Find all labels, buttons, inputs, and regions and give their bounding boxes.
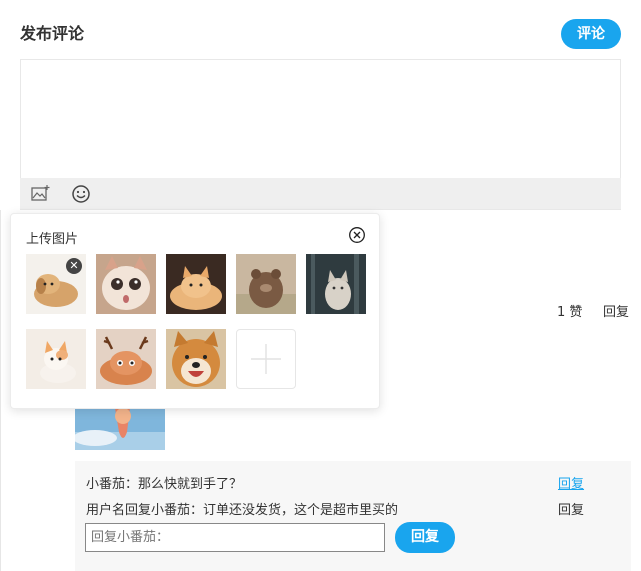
comment-reply-link[interactable]: 回复 <box>603 301 629 320</box>
left-divider <box>0 210 1 571</box>
image-thumbnail[interactable] <box>96 254 156 314</box>
comment-submit-button[interactable]: 评论 <box>561 19 621 49</box>
reply-action-link[interactable]: 回复 <box>558 499 584 518</box>
reply-thread: 小番茄：那么快就到手了？ 回复 用户名回复小番茄：订单还没发货，这个是超市里买的… <box>75 461 631 571</box>
editor-toolbar <box>20 178 621 209</box>
image-thumbnail[interactable] <box>236 254 296 314</box>
plus-icon <box>251 344 281 374</box>
popup-title: 上传图片 <box>26 232 79 247</box>
page-title: 发布评论 <box>20 24 85 43</box>
reply-submit-button[interactable]: 回复 <box>395 522 455 553</box>
comment-likes[interactable]: 1 赞 <box>557 301 582 320</box>
reply-input[interactable] <box>85 523 385 552</box>
close-circle-icon[interactable] <box>348 226 366 244</box>
image-thumbnail[interactable] <box>96 329 156 389</box>
post-image <box>75 408 165 450</box>
image-thumbnail[interactable] <box>26 329 86 389</box>
image-thumbnail[interactable]: ✕ <box>26 254 86 314</box>
image-upload-popup: 上传图片 ✕ <box>10 213 380 409</box>
reply-text: 小番茄：那么快就到手了？ <box>86 477 243 492</box>
image-thumbnail[interactable] <box>166 254 226 314</box>
remove-image-icon[interactable]: ✕ <box>66 258 82 274</box>
image-thumbnail[interactable] <box>166 329 226 389</box>
reply-text: 用户名回复小番茄：订单还没发货，这个是超市里买的 <box>86 503 399 518</box>
add-image-tile[interactable] <box>236 329 296 389</box>
image-thumbnail[interactable] <box>306 254 366 314</box>
reply-action-link[interactable]: 回复 <box>558 473 584 492</box>
smiley-icon[interactable] <box>70 183 92 205</box>
image-upload-icon[interactable] <box>29 183 51 205</box>
